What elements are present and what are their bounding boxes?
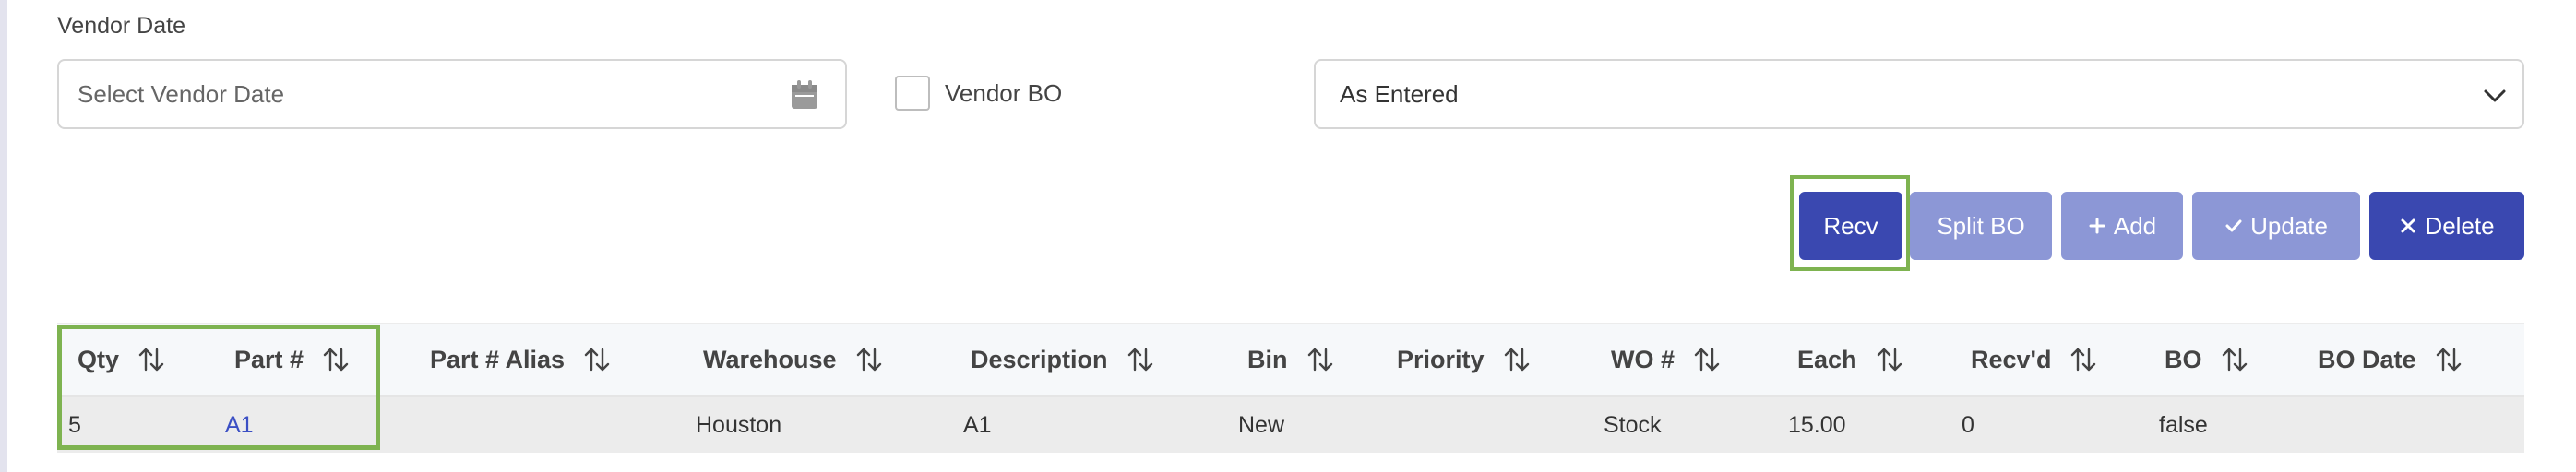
sort-icon[interactable] <box>2221 346 2248 373</box>
update-button-label: Update <box>2250 211 2328 240</box>
chevron-down-icon <box>2484 89 2506 102</box>
vendor-bo-field: Vendor BO <box>895 76 1062 111</box>
column-header-label: Part # Alias <box>430 345 566 373</box>
column-header-label: Description <box>971 345 1108 373</box>
cell-description: A1 <box>963 411 992 438</box>
column-header-label: Priority <box>1397 345 1485 373</box>
vendor-date-input[interactable]: Select Vendor Date <box>57 59 847 129</box>
column-header-label: Recv'd <box>1971 345 2052 373</box>
vendor-date-placeholder: Select Vendor Date <box>78 79 285 108</box>
cell-bo: false <box>2159 411 2208 438</box>
line-items-table: Qty Part # Part # Alias Warehouse Descri… <box>57 323 2524 453</box>
table-header-row: Qty Part # Part # Alias Warehouse Descri… <box>57 323 2524 397</box>
split-bo-button-label: Split BO <box>1937 211 2025 240</box>
qty-part-highlight <box>57 324 380 450</box>
cell-received: 0 <box>1962 411 1974 438</box>
sort-icon[interactable] <box>583 346 611 373</box>
plus-icon <box>2089 218 2105 234</box>
column-header-label: Bin <box>1247 345 1288 373</box>
column-header-label: WO # <box>1611 345 1676 373</box>
sort-icon[interactable] <box>1306 346 1334 373</box>
left-edge-strip <box>0 0 7 472</box>
split-bo-button[interactable]: Split BO <box>1910 192 2052 260</box>
delete-button-label: Delete <box>2425 211 2495 240</box>
column-header-priority[interactable]: Priority <box>1397 324 1531 395</box>
vendor-bo-label: Vendor BO <box>945 78 1063 107</box>
sort-icon[interactable] <box>1693 346 1721 373</box>
column-header-received[interactable]: Recv'd <box>1971 324 2097 395</box>
update-button[interactable]: Update <box>2192 192 2360 260</box>
cell-warehouse: Houston <box>696 411 782 438</box>
column-header-wo-number[interactable]: WO # <box>1611 324 1721 395</box>
delete-button[interactable]: Delete <box>2369 192 2524 260</box>
sort-icon[interactable] <box>2435 346 2463 373</box>
column-header-bo[interactable]: BO <box>2165 324 2248 395</box>
recv-button-label: Recv <box>1823 211 1878 240</box>
column-header-warehouse[interactable]: Warehouse <box>703 324 883 395</box>
column-header-label: BO <box>2165 345 2202 373</box>
check-icon <box>2225 219 2242 232</box>
cell-bin: New <box>1238 411 1285 438</box>
column-header-label: BO Date <box>2318 345 2416 373</box>
column-header-label: Warehouse <box>703 345 837 373</box>
column-header-label: Each <box>1797 345 1857 373</box>
column-header-bin[interactable]: Bin <box>1247 324 1334 395</box>
sort-icon[interactable] <box>1503 346 1531 373</box>
calendar-icon[interactable] <box>790 79 819 111</box>
add-button[interactable]: Add <box>2061 192 2183 260</box>
add-button-label: Add <box>2113 211 2157 240</box>
vendor-bo-checkbox[interactable] <box>895 76 930 111</box>
sort-icon[interactable] <box>1876 346 1903 373</box>
table-row[interactable]: 5 A1 Houston A1 New Stock 15.00 0 false <box>57 397 2524 453</box>
cell-each: 15.00 <box>1788 411 1846 438</box>
column-header-description[interactable]: Description <box>971 324 1154 395</box>
receive-mode-value: As Entered <box>1340 79 1459 108</box>
recv-button[interactable]: Recv <box>1799 192 1902 260</box>
sort-icon[interactable] <box>2069 346 2097 373</box>
column-header-part-alias[interactable]: Part # Alias <box>430 324 611 395</box>
receive-mode-select[interactable]: As Entered <box>1314 59 2524 129</box>
cell-wo-number: Stock <box>1604 411 1662 438</box>
sort-icon[interactable] <box>1127 346 1154 373</box>
column-header-bo-date[interactable]: BO Date <box>2318 324 2463 395</box>
sort-icon[interactable] <box>855 346 883 373</box>
column-header-each[interactable]: Each <box>1797 324 1903 395</box>
vendor-date-label: Vendor Date <box>57 13 185 39</box>
close-icon <box>2401 218 2415 233</box>
